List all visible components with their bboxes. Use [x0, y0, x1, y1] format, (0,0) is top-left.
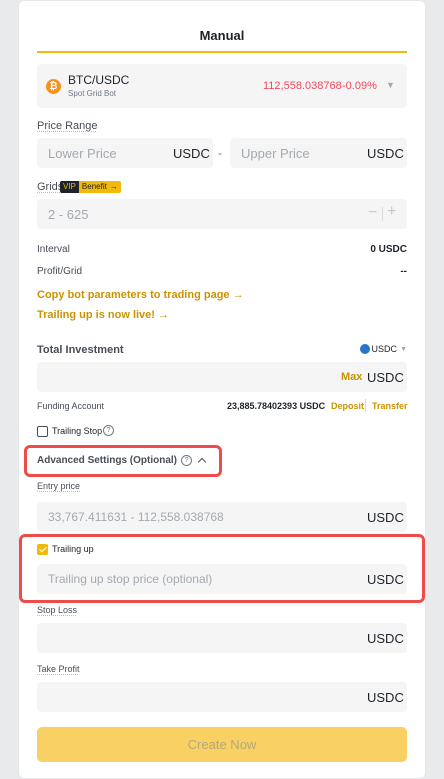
trailing-up-stop-input[interactable]: Trailing up stop price (optional) USDC — [37, 564, 407, 594]
minus-icon[interactable]: − — [368, 204, 377, 222]
usdc-icon — [359, 344, 370, 354]
transfer-link[interactable]: Transfer — [372, 401, 408, 411]
trailing-up-checkbox[interactable] — [37, 544, 48, 555]
investment-unit: USDC — [367, 370, 404, 385]
stop-loss-unit: USDC — [367, 631, 404, 646]
tab-underline — [37, 51, 407, 53]
take-profit-label: Take Profit — [37, 664, 80, 674]
copy-params-link[interactable]: Copy bot parameters to trading page → — [37, 289, 244, 301]
grids-input[interactable]: 2 - 625 − + — [37, 199, 407, 229]
interval-label: Interval — [37, 244, 70, 255]
pair-name: BTC/USDC — [68, 73, 130, 87]
trailing-live-link[interactable]: Trailing up is now live! → — [37, 309, 169, 321]
deposit-link[interactable]: Deposit — [331, 401, 364, 411]
funding-amount: 23,885.78402393 USDC — [227, 401, 326, 411]
entry-price-input[interactable]: 33,767.411631 - 112,558.038768 USDC — [37, 502, 407, 532]
help-icon[interactable]: ? — [103, 425, 114, 436]
currency-label: USDC — [371, 344, 398, 354]
benefit-arrow-icon: → — [108, 181, 121, 193]
check-icon — [39, 544, 47, 553]
profit-grid-value: -- — [400, 266, 407, 277]
lower-price-placeholder: Lower Price — [48, 146, 117, 161]
chevron-up-icon — [197, 457, 207, 467]
tab-manual[interactable]: Manual — [19, 28, 425, 43]
currency-selector[interactable]: USDC ▼ — [359, 344, 407, 354]
trailing-up-label: Trailing up — [52, 544, 94, 554]
grids-placeholder: 2 - 625 — [48, 207, 89, 222]
chevron-down-icon[interactable]: ▼ — [386, 80, 395, 90]
entry-price-label: Entry price — [37, 481, 81, 491]
funding-account-label: Funding Account — [37, 401, 105, 411]
advanced-settings-label: Advanced Settings (Optional) — [37, 455, 178, 466]
advanced-settings-toggle[interactable]: Advanced Settings (Optional) ? — [37, 455, 207, 467]
interval-value: 0 USDC — [370, 244, 407, 255]
take-profit-input[interactable]: USDC — [37, 682, 407, 712]
entry-price-placeholder: 33,767.411631 - 112,558.038768 — [48, 510, 224, 524]
max-button[interactable]: Max — [341, 371, 362, 383]
grid-bot-panel: Manual ₿ BTC/USDC Spot Grid Bot 112,558.… — [18, 0, 426, 779]
price-range-label: Price Range — [37, 120, 98, 132]
vip-tag: VIP — [60, 181, 79, 193]
lower-price-unit: USDC — [173, 146, 210, 161]
take-profit-unit: USDC — [367, 690, 404, 705]
trailing-stop-label: Trailing Stop — [52, 426, 103, 436]
trailing-stop-checkbox[interactable] — [37, 426, 48, 437]
trailing-up-placeholder: Trailing up stop price (optional) — [48, 572, 213, 586]
funding-divider — [365, 399, 366, 412]
stop-loss-label: Stop Loss — [37, 605, 78, 615]
pair-change: -0.09% — [342, 80, 377, 92]
pair-price: 112,558.038768 — [263, 80, 342, 92]
profit-grid-label: Profit/Grid — [37, 266, 83, 277]
upper-price-unit: USDC — [367, 146, 404, 161]
stop-loss-input[interactable]: USDC — [37, 623, 407, 653]
create-now-button[interactable]: Create Now — [37, 727, 407, 762]
pair-selector[interactable]: ₿ BTC/USDC Spot Grid Bot 112,558.038768 … — [37, 64, 407, 108]
total-investment-label: Total Investment — [37, 344, 124, 356]
upper-price-placeholder: Upper Price — [241, 146, 310, 161]
investment-input[interactable]: Max USDC — [37, 362, 407, 392]
benefit-tag: Benefit — [78, 181, 109, 193]
trailing-up-unit: USDC — [367, 572, 404, 587]
help-icon: ? — [181, 455, 193, 466]
stepper-divider — [382, 207, 383, 221]
btc-icon: ₿ — [46, 79, 61, 94]
plus-icon[interactable]: + — [387, 203, 396, 221]
lower-price-input[interactable]: Lower Price USDC — [37, 138, 213, 168]
price-range-separator: - — [218, 146, 222, 160]
pair-subtitle: Spot Grid Bot — [68, 89, 117, 98]
entry-price-unit: USDC — [367, 510, 404, 525]
chevron-down-icon: ▼ — [400, 345, 407, 353]
upper-price-input[interactable]: Upper Price USDC — [230, 138, 407, 168]
vip-benefit-badge[interactable]: VIP Benefit → — [60, 181, 121, 193]
